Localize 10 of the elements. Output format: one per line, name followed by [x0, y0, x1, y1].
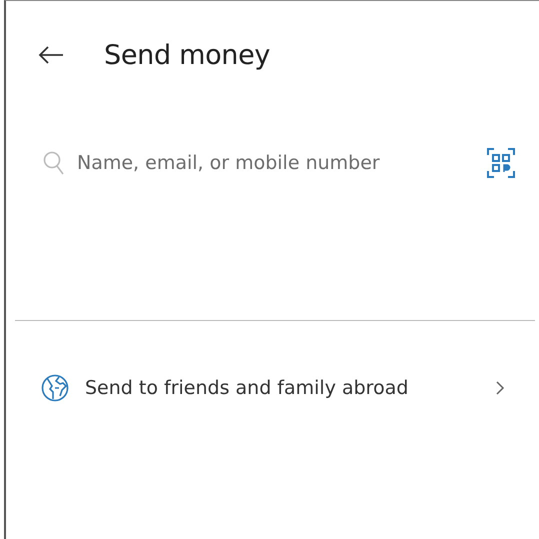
qr-code-icon [487, 148, 515, 178]
search-icon [43, 150, 65, 176]
page-title: Send money [104, 40, 270, 70]
search-field[interactable]: Name, email, or mobile number [77, 152, 475, 174]
globe-icon [41, 373, 69, 403]
back-arrow-icon [38, 45, 64, 65]
send-abroad-option[interactable]: Send to friends and family abroad [6, 363, 531, 413]
chevron-right-icon [495, 380, 505, 396]
back-button[interactable] [38, 45, 64, 65]
qr-scan-button[interactable] [487, 148, 515, 178]
